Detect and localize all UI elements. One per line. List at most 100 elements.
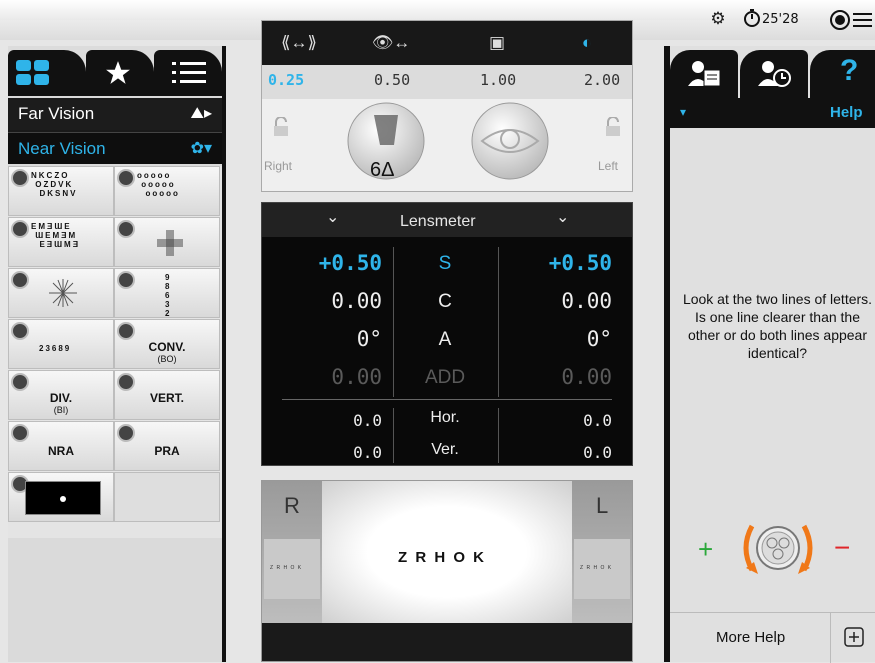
flower-badge-icon	[117, 169, 135, 187]
chart-cell[interactable]: 23689	[8, 319, 114, 369]
minus-button[interactable]: −	[834, 532, 850, 564]
right-horizontal-prism[interactable]: 0.0	[262, 411, 382, 430]
main-letters: Z R H O K	[398, 549, 486, 566]
chart-preview: R Z R H O K Z R H O K L Z R H O K	[261, 480, 633, 662]
star-icon	[106, 61, 130, 84]
nra-label: NRA	[48, 444, 74, 458]
sphere-label: S	[438, 253, 452, 274]
left-eye-preview: L Z R H O K	[572, 481, 632, 623]
help-header: ▾ Help	[670, 98, 875, 128]
prism-value: 6Δ	[370, 159, 395, 181]
gear-icon[interactable]: ⚙	[709, 10, 727, 28]
right-axis[interactable]: 0°	[262, 327, 382, 351]
right-vertical-prism[interactable]: 0.0	[262, 443, 382, 462]
left-eye-lens-button[interactable]	[470, 101, 550, 181]
flower-badge-icon	[117, 271, 135, 289]
more-help-bar: More Help	[670, 612, 875, 663]
step-2-00[interactable]: 2.00	[584, 71, 620, 89]
chart-grid: NKCZO OZDVK DKSNV ooooo ooooo ooooo EMƎƜ…	[8, 166, 222, 538]
far-vision-item[interactable]: Far Vision ⛰▸	[8, 98, 222, 130]
left-lock-icon[interactable]	[606, 117, 620, 137]
binocular-eyes-icon[interactable]: 👁↔👁	[366, 27, 416, 84]
chart-card-icon[interactable]: ▣	[472, 27, 522, 59]
dot-chart-thumbnail	[25, 481, 101, 515]
right-chevron-down-icon[interactable]: ⌄	[326, 207, 339, 227]
rotate-lens-icon[interactable]	[738, 518, 818, 578]
left-eye-letter: L	[596, 493, 609, 518]
right-cylinder[interactable]: 0.00	[262, 289, 382, 313]
pupil-distance-icon[interactable]: ⟪↔⟫	[274, 27, 324, 59]
tab-favorites[interactable]	[86, 50, 154, 96]
chart-cell[interactable]: NKCZO OZDVK DKSNV	[8, 166, 114, 216]
right-eye-letter: R	[284, 493, 300, 518]
timer-icon[interactable]	[742, 8, 762, 28]
right-eye-preview: R Z R H O K	[262, 481, 322, 623]
vert-label: VERT.	[149, 391, 184, 405]
mode-bar: ⟪↔⟫ 👁↔👁 ▣ ◐	[262, 21, 632, 84]
phoropter-panel: ⟪↔⟫ 👁↔👁 ▣ ◐ 0.25 0.50 1.00 2.00 Right 6Δ	[261, 20, 633, 192]
left-add[interactable]: 0.00	[492, 365, 612, 389]
near-vision-item[interactable]: Near Vision ✿▾	[8, 132, 222, 164]
chart-cell-conv[interactable]: CONV. (BO)	[114, 319, 220, 369]
right-mini-chart: Z R H O K	[264, 539, 320, 599]
chart-cell[interactable]: EMƎƜE ƜEMƎM EƎƜMƎ	[8, 217, 114, 267]
cylinder-label: C	[438, 291, 452, 312]
display-toggle-icon[interactable]	[829, 9, 873, 31]
chart-cell-dot[interactable]	[8, 472, 114, 522]
left-side-label: Left	[598, 159, 619, 173]
chart-cell-nra[interactable]: NRA	[8, 421, 114, 471]
flower-badge-icon	[11, 424, 29, 442]
chart-cell[interactable]: 98632	[114, 268, 220, 318]
flower-badge-icon	[11, 220, 29, 238]
tab-all-charts[interactable]	[8, 50, 86, 96]
step-0-50[interactable]: 0.50	[374, 71, 410, 89]
eye-side-icon[interactable]: ◐	[562, 27, 612, 59]
grid-icon	[16, 60, 49, 85]
tab-patient-record[interactable]	[670, 50, 738, 98]
mountain-icon: ⛰▸	[190, 105, 212, 122]
tab-list[interactable]	[154, 50, 222, 96]
axis-label: A	[438, 329, 452, 350]
step-selector: 0.25 0.50 1.00 2.00	[262, 65, 632, 99]
left-axis[interactable]: 0°	[492, 327, 612, 351]
left-vertical-prism[interactable]: 0.0	[492, 443, 612, 462]
more-help-button[interactable]: More Help	[716, 629, 785, 646]
panel-divider	[222, 46, 226, 662]
chart-cell-vert[interactable]: VERT.	[114, 370, 220, 420]
left-horizontal-prism[interactable]: 0.0	[492, 411, 612, 430]
chart-panel: Far Vision ⛰▸ Near Vision ✿▾ NKCZO OZDVK…	[8, 46, 222, 662]
left-chevron-down-icon[interactable]: ⌄	[556, 207, 569, 227]
left-cylinder[interactable]: 0.00	[492, 289, 612, 313]
flower-badge-icon	[117, 424, 135, 442]
digit-column-thumbnail: 98632	[165, 273, 170, 318]
chart-cell[interactable]: ooooo ooooo ooooo	[114, 166, 220, 216]
chart-cell[interactable]	[114, 217, 220, 267]
step-0-25[interactable]: 0.25	[268, 71, 304, 89]
expand-plus-icon[interactable]	[844, 627, 864, 647]
tab-history[interactable]	[740, 50, 808, 98]
conv-label: CONV.	[148, 340, 186, 354]
list-icon	[172, 62, 206, 83]
near-vision-label: Near Vision	[18, 139, 106, 158]
flower-badge-icon	[117, 322, 135, 340]
chart-cell-pra[interactable]: PRA	[114, 421, 220, 471]
step-1-00[interactable]: 1.00	[480, 71, 516, 89]
chart-cell-div[interactable]: DIV. (BI)	[8, 370, 114, 420]
right-mini-letters: Z R H O K	[270, 565, 303, 571]
left-sphere[interactable]: +0.50	[492, 251, 612, 275]
plus-button[interactable]: +	[698, 534, 713, 565]
sunburst-icon	[49, 279, 77, 307]
session-timer: 25'28	[762, 12, 799, 27]
div-sub: (BI)	[53, 405, 69, 415]
collapse-chevron-icon[interactable]: ▾	[680, 105, 686, 119]
right-lock-icon[interactable]	[274, 117, 288, 137]
tab-help[interactable]: ?	[810, 50, 875, 98]
vision-category-list: Far Vision ⛰▸ Near Vision ✿▾	[8, 98, 222, 164]
conv-sub: (BO)	[157, 354, 177, 364]
right-side-label: Right	[264, 159, 293, 173]
chart-cell[interactable]	[8, 268, 114, 318]
right-sphere[interactable]: +0.50	[262, 251, 382, 275]
patient-history-icon	[758, 61, 791, 87]
lensmeter-header: ⌄ Lensmeter ⌄	[262, 203, 632, 237]
right-add[interactable]: 0.00	[262, 365, 382, 389]
